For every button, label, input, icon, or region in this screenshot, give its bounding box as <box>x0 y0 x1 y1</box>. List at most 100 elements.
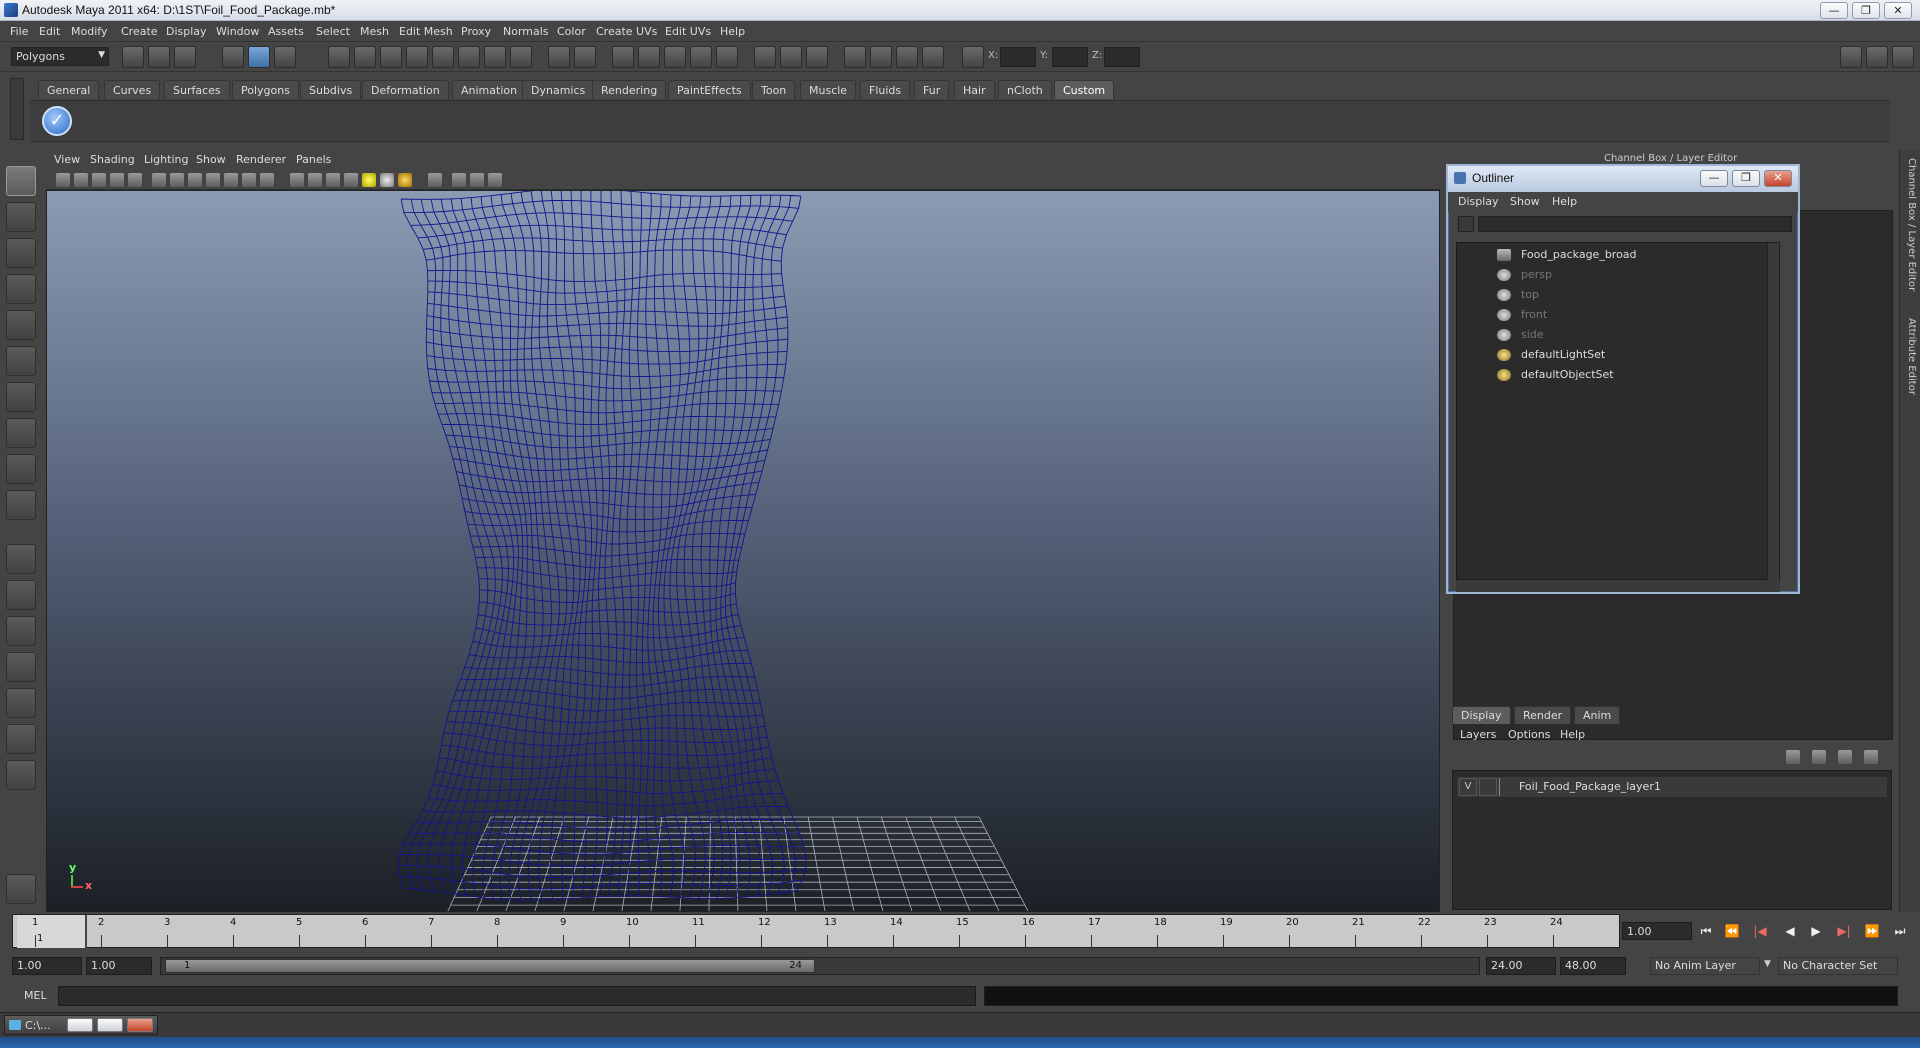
image-plane-icon[interactable] <box>110 173 124 187</box>
viewport-menu-shading[interactable]: Shading <box>90 153 135 166</box>
shelf-tab-deformation[interactable]: Deformation <box>362 80 449 99</box>
menu-color[interactable]: Color <box>557 25 586 38</box>
universal-manipulator-icon[interactable] <box>6 418 36 448</box>
command-input[interactable] <box>58 986 976 1006</box>
check-icon[interactable]: ✓ <box>42 106 72 136</box>
textured-icon[interactable] <box>344 173 358 187</box>
render-settings-icon[interactable] <box>922 46 944 68</box>
maximize-button[interactable]: ❐ <box>1852 2 1880 19</box>
cone-primitive-icon[interactable] <box>6 274 36 304</box>
layer-row[interactable]: V Foil_Food_Package_layer1 <box>1457 777 1887 797</box>
minimized-window[interactable]: C:\... <box>4 1015 158 1035</box>
xray-joints-icon[interactable] <box>470 173 484 187</box>
outliner-vertical-scrollbar[interactable] <box>1767 243 1779 581</box>
film-gate-icon[interactable] <box>170 173 184 187</box>
restore-icon[interactable] <box>67 1018 93 1032</box>
character-set-select[interactable]: No Character Set <box>1778 957 1898 975</box>
toggle-channel-box-icon[interactable] <box>1892 46 1914 68</box>
gate-mask-icon[interactable] <box>206 173 220 187</box>
camera-attributes-icon[interactable] <box>74 173 88 187</box>
shelf-tab-fur[interactable]: Fur <box>914 80 950 99</box>
persp-outliner-layout-icon[interactable] <box>6 616 36 646</box>
anim-layer-select[interactable]: No Anim Layer <box>1650 957 1760 975</box>
shelf-tab-custom[interactable]: Custom <box>1054 80 1115 99</box>
playback-start-field[interactable]: 1.00 <box>86 957 152 975</box>
playback-end-field[interactable]: 24.00 <box>1486 957 1556 975</box>
dock-tab-attribute-editor[interactable]: Attribute Editor <box>1903 318 1917 395</box>
share-icon[interactable] <box>488 173 502 187</box>
move-tool-icon[interactable] <box>6 454 36 484</box>
field-chart-icon[interactable] <box>224 173 238 187</box>
create-layer-from-selected-icon[interactable] <box>1864 750 1878 764</box>
viewport-menu-show[interactable]: Show <box>196 153 226 166</box>
layer-visibility-toggle[interactable]: V <box>1459 778 1477 796</box>
shelf-tab-hair[interactable]: Hair <box>954 80 995 99</box>
filter-icon[interactable] <box>1458 216 1474 232</box>
menu-edit[interactable]: Edit <box>39 25 60 38</box>
safe-title-icon[interactable] <box>260 173 274 187</box>
shelf-tab-animation[interactable]: Animation <box>452 80 527 99</box>
step-back-frame-icon[interactable]: |◀ <box>1752 923 1768 939</box>
persp-uv-layout-icon[interactable] <box>6 724 36 754</box>
close-icon[interactable] <box>127 1018 153 1032</box>
layer-display-type-toggle[interactable] <box>1479 778 1497 796</box>
menu-mesh[interactable]: Mesh <box>360 25 389 38</box>
menu-help[interactable]: Help <box>720 25 745 38</box>
shelf-tab-toon[interactable]: Toon <box>752 80 796 99</box>
shelf-tab-ncloth[interactable]: nCloth <box>998 80 1052 99</box>
select-tool-icon[interactable] <box>6 166 36 196</box>
bookmark-icon[interactable] <box>92 173 106 187</box>
two-d-pan-zoom-icon[interactable] <box>128 173 142 187</box>
list-item[interactable]: persp <box>1457 265 1777 285</box>
highlight-selection-icon[interactable] <box>574 46 596 68</box>
render-current-frame-icon[interactable] <box>870 46 892 68</box>
time-slider-cursor[interactable]: 1 <box>17 915 87 948</box>
layer-tab-render[interactable]: Render <box>1514 706 1572 724</box>
select-deformations-icon[interactable] <box>432 46 454 68</box>
last-tool-used-icon[interactable] <box>6 490 36 520</box>
outliner-close-button[interactable]: ✕ <box>1764 170 1792 187</box>
snap-to-curve-icon[interactable] <box>638 46 660 68</box>
menu-file[interactable]: File <box>10 25 28 38</box>
shelf-tab-painteffects[interactable]: PaintEffects <box>668 80 751 99</box>
outliner-menu-help[interactable]: Help <box>1552 195 1577 208</box>
end-time-field[interactable]: 48.00 <box>1560 957 1626 975</box>
shelf-tab-polygons[interactable]: Polygons <box>232 80 299 99</box>
menu-set-select[interactable]: Polygons ▼ <box>11 47 109 66</box>
create-empty-layer-icon[interactable] <box>1838 750 1852 764</box>
select-by-component-icon[interactable] <box>274 46 296 68</box>
four-view-layout-icon[interactable] <box>6 580 36 610</box>
list-item[interactable]: defaultLightSet <box>1457 345 1777 365</box>
wireframe-on-shaded-icon[interactable] <box>326 173 340 187</box>
go-to-start-icon[interactable]: ⏮ <box>1698 923 1714 939</box>
toggle-attribute-editor-icon[interactable] <box>1840 46 1862 68</box>
select-by-object-icon[interactable] <box>248 46 270 68</box>
isolate-select-icon[interactable] <box>428 173 442 187</box>
menu-normals[interactable]: Normals <box>503 25 549 38</box>
menu-create-uvs[interactable]: Create UVs <box>596 25 657 38</box>
viewport-menu-lighting[interactable]: Lighting <box>144 153 188 166</box>
smooth-shade-icon[interactable] <box>308 173 322 187</box>
menu-create[interactable]: Create <box>121 25 158 38</box>
save-scene-icon[interactable] <box>174 46 196 68</box>
menu-select[interactable]: Select <box>316 25 350 38</box>
layer-menu-layers[interactable]: Layers <box>1460 728 1496 741</box>
lasso-tool-icon[interactable] <box>6 202 36 232</box>
layer-color-swatch[interactable] <box>1499 778 1513 796</box>
shelf-tab-subdivs[interactable]: Subdivs <box>300 80 362 99</box>
paint-select-tool-icon[interactable] <box>6 238 36 268</box>
list-item[interactable]: Food_package_broad <box>1457 245 1777 265</box>
range-slider-thumb[interactable]: 1 24 <box>165 959 815 973</box>
menu-modify[interactable]: Modify <box>71 25 107 38</box>
menu-edit-mesh[interactable]: Edit Mesh <box>399 25 453 38</box>
lock-selection-icon[interactable] <box>548 46 570 68</box>
select-surfaces-icon[interactable] <box>406 46 428 68</box>
shelf-menu-handle[interactable] <box>10 78 24 140</box>
xray-icon[interactable] <box>452 173 466 187</box>
select-joints-icon[interactable] <box>354 46 376 68</box>
ipr-render-icon[interactable] <box>896 46 918 68</box>
construction-history-icon[interactable] <box>806 46 828 68</box>
grid-toggle-icon[interactable] <box>152 173 166 187</box>
play-forwards-icon[interactable]: ▶ <box>1808 923 1824 939</box>
menu-window[interactable]: Window <box>216 25 259 38</box>
